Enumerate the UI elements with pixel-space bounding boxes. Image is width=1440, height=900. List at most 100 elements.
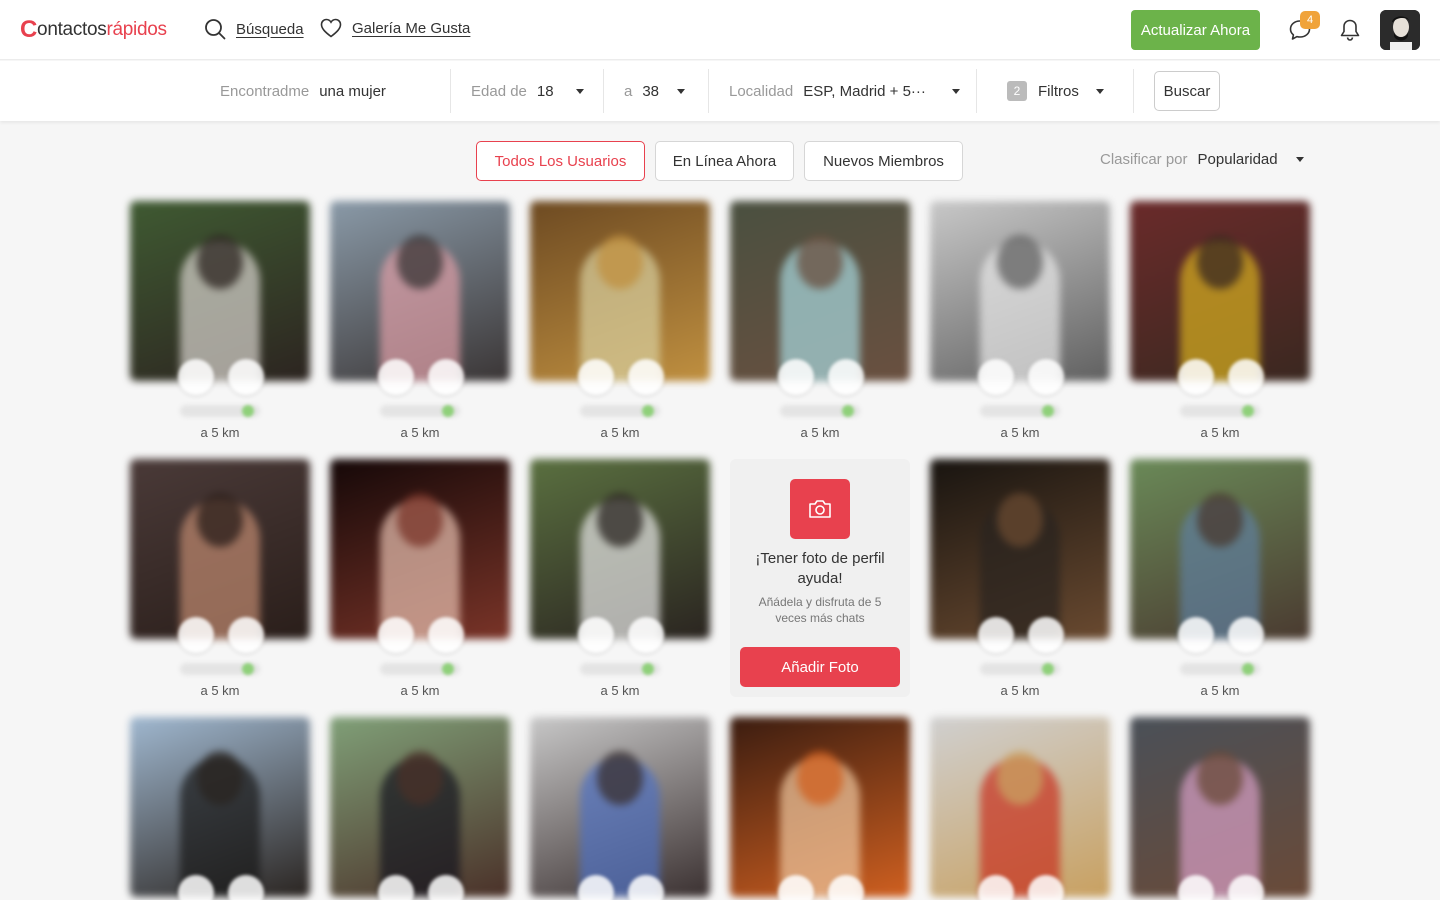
like-action-button[interactable]: [1178, 617, 1214, 653]
like-action-button[interactable]: [978, 359, 1014, 395]
chat-action-button[interactable]: [1228, 359, 1264, 395]
profile-photo[interactable]: [530, 201, 710, 381]
camera-icon: [790, 479, 850, 539]
tab-all-users[interactable]: Todos Los Usuarios: [476, 141, 645, 181]
tab-new-members[interactable]: Nuevos Miembros: [804, 141, 963, 181]
profile-photo[interactable]: [1130, 201, 1310, 381]
chat-action-button[interactable]: [228, 617, 264, 653]
age-from-select[interactable]: Edad de 18: [471, 71, 584, 111]
online-status-dot: [1042, 405, 1054, 417]
profile-photo[interactable]: [1130, 459, 1310, 639]
photo-head: [397, 235, 443, 289]
photo-head: [197, 751, 243, 805]
filter-divider: [976, 69, 977, 113]
nav-likes-label: Galería Me Gusta: [352, 19, 471, 37]
chat-action-button[interactable]: [228, 359, 264, 395]
seeking-value: una mujer: [319, 82, 386, 100]
photo-head: [197, 235, 243, 289]
online-status-dot: [642, 405, 654, 417]
profile-photo[interactable]: [930, 717, 1110, 897]
age-from-label: Edad de: [471, 82, 527, 100]
distance-label: a 5 km: [200, 425, 240, 440]
logo-text-main: ontactos: [37, 19, 107, 40]
profile-photo[interactable]: [130, 459, 310, 639]
distance-label: a 5 km: [1200, 683, 1240, 698]
like-action-button[interactable]: [178, 359, 214, 395]
search-submit-button[interactable]: Buscar: [1154, 71, 1220, 111]
avatar-portrait-image: [1380, 10, 1420, 50]
age-to-select[interactable]: a 38: [624, 71, 686, 111]
seeking-filter[interactable]: Encontradme una mujer: [220, 71, 386, 111]
profile-photo[interactable]: [730, 201, 910, 381]
site-logo[interactable]: C ontactos rápidos: [20, 16, 167, 44]
active-filters-count: 2: [1007, 81, 1027, 101]
chat-action-button[interactable]: [428, 617, 464, 653]
nav-likes-gallery-link[interactable]: Galería Me Gusta: [320, 18, 470, 38]
profile-photo[interactable]: [930, 459, 1110, 639]
online-status-dot: [1242, 405, 1254, 417]
distance-label: a 5 km: [800, 425, 840, 440]
location-select[interactable]: Localidad ESP, Madrid + 5···: [729, 71, 960, 111]
photo-head: [597, 235, 643, 289]
chat-action-button[interactable]: [1028, 359, 1064, 395]
chat-action-button[interactable]: [1228, 617, 1264, 653]
chat-action-button[interactable]: [828, 359, 864, 395]
filter-divider: [450, 69, 451, 113]
profile-photo[interactable]: [530, 717, 710, 897]
chat-action-button[interactable]: [1028, 617, 1064, 653]
user-avatar[interactable]: [1380, 10, 1420, 50]
profile-photo[interactable]: [530, 459, 710, 639]
like-action-button[interactable]: [578, 617, 614, 653]
online-status-dot: [242, 663, 254, 675]
logo-text-accent: rápidos: [106, 19, 167, 40]
online-status-dot: [1042, 663, 1054, 675]
like-action-button[interactable]: [1178, 359, 1214, 395]
distance-label: a 5 km: [1200, 425, 1240, 440]
online-status-dot: [442, 405, 454, 417]
age-to-label: a: [624, 82, 633, 100]
profile-photo[interactable]: [130, 717, 310, 897]
add-photo-button[interactable]: Añadir Foto: [740, 647, 900, 687]
profile-photo[interactable]: [130, 201, 310, 381]
distance-label: a 5 km: [600, 683, 640, 698]
like-action-button[interactable]: [978, 617, 1014, 653]
chat-action-button[interactable]: [428, 359, 464, 395]
caret-down-icon: [951, 88, 960, 94]
caret-down-icon: [1295, 157, 1304, 162]
caret-down-icon: [1095, 88, 1104, 94]
messages-count-badge: 4: [1300, 11, 1320, 29]
distance-label: a 5 km: [1000, 683, 1040, 698]
distance-label: a 5 km: [200, 683, 240, 698]
upgrade-now-button[interactable]: Actualizar Ahora: [1131, 10, 1260, 50]
profile-photo[interactable]: [1130, 717, 1310, 897]
distance-label: a 5 km: [400, 425, 440, 440]
nav-search-label: Búsqueda: [236, 20, 304, 38]
profile-photo[interactable]: [330, 717, 510, 897]
like-action-button[interactable]: [778, 359, 814, 395]
profile-photo[interactable]: [330, 459, 510, 639]
like-action-button[interactable]: [378, 617, 414, 653]
profile-photo[interactable]: [930, 201, 1110, 381]
sort-by-select[interactable]: Clasificar por Popularidad: [1100, 151, 1304, 168]
filter-divider: [1133, 69, 1134, 113]
profile-photo[interactable]: [330, 201, 510, 381]
photo-head: [797, 235, 843, 289]
more-filters-select[interactable]: 2 Filtros: [1007, 71, 1104, 111]
tab-online-now[interactable]: En Línea Ahora: [655, 141, 794, 181]
profile-photo[interactable]: [730, 717, 910, 897]
photo-head: [997, 751, 1043, 805]
sort-value: Popularidad: [1197, 151, 1278, 168]
chat-action-button[interactable]: [628, 617, 664, 653]
online-status-dot: [842, 405, 854, 417]
photo-head: [797, 751, 843, 805]
photo-head: [597, 493, 643, 547]
chat-action-button[interactable]: [628, 359, 664, 395]
promo-description: Añádela y disfruta de 5 veces más chats: [758, 595, 882, 625]
nav-search-link[interactable]: Búsqueda: [204, 18, 304, 40]
like-action-button[interactable]: [378, 359, 414, 395]
like-action-button[interactable]: [578, 359, 614, 395]
age-to-value: 38: [642, 82, 660, 100]
distance-label: a 5 km: [600, 425, 640, 440]
notifications-button[interactable]: [1336, 16, 1364, 44]
like-action-button[interactable]: [178, 617, 214, 653]
